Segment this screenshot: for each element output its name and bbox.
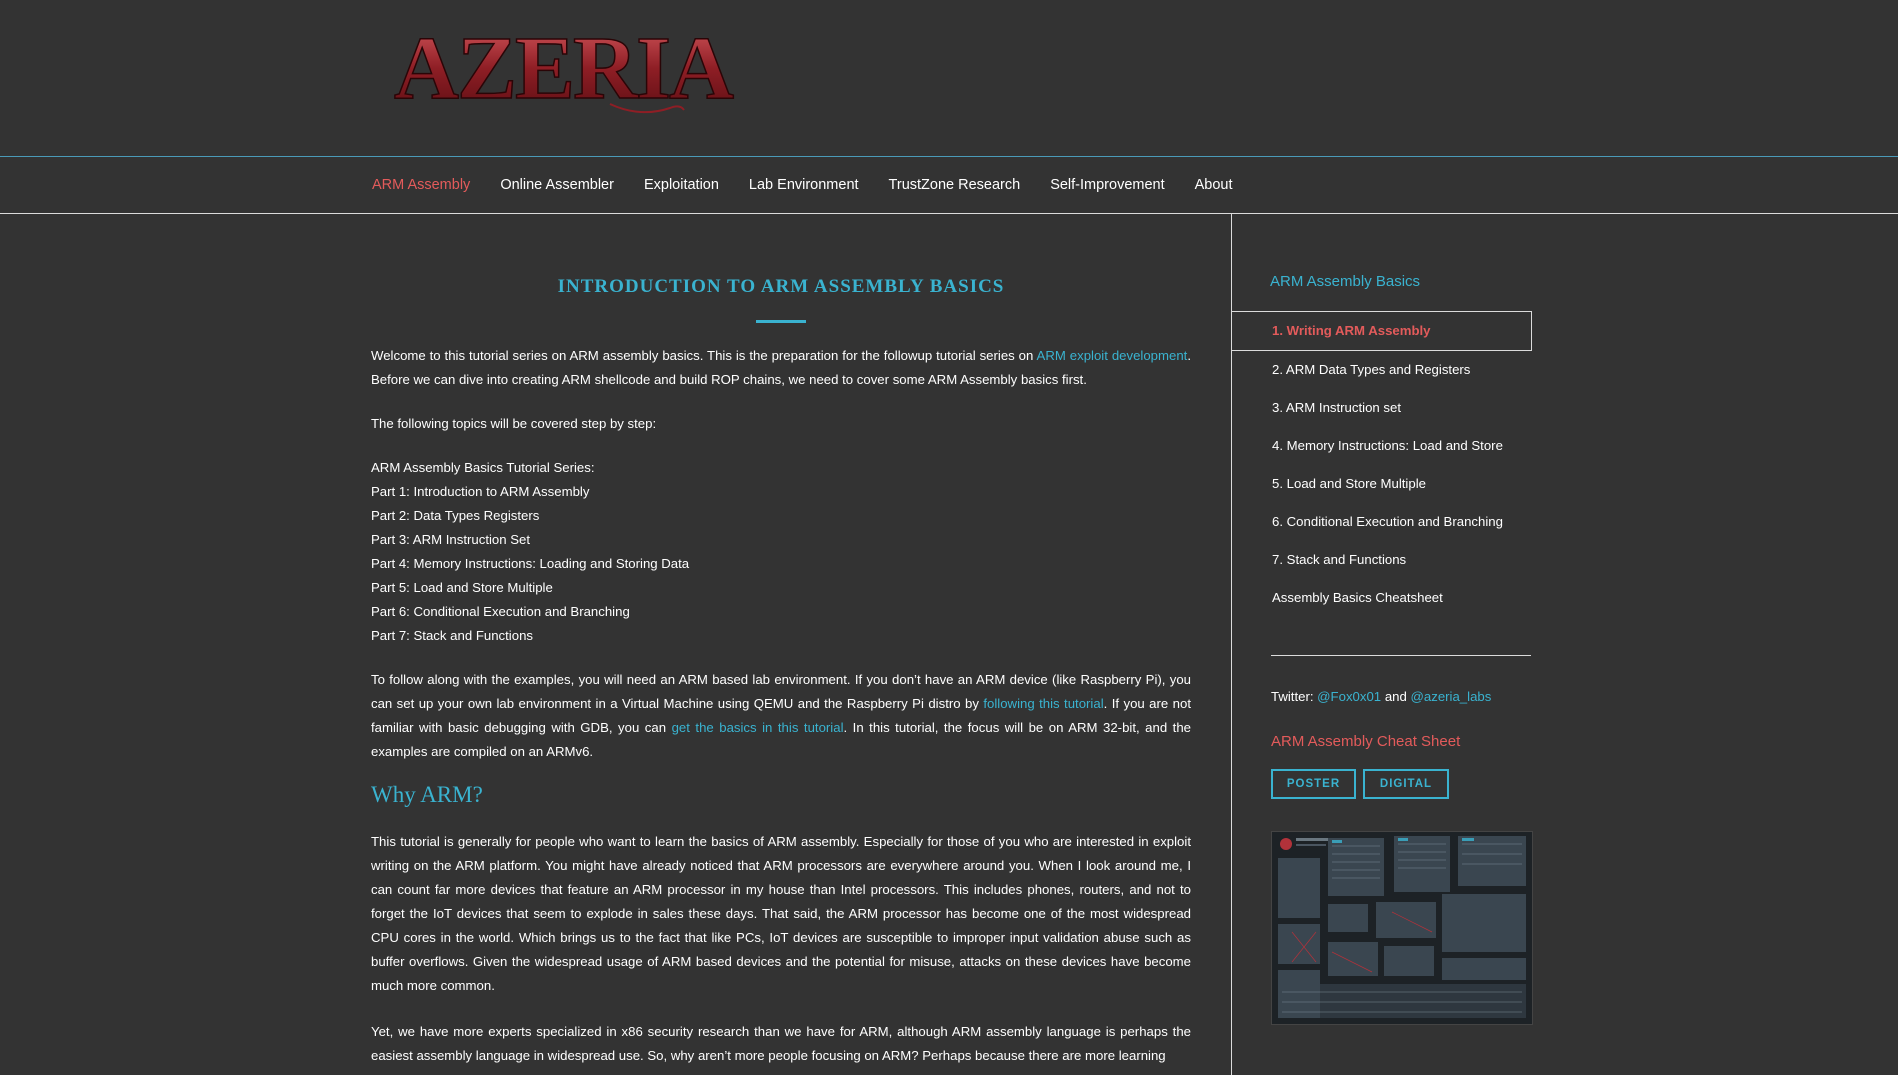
series-heading: ARM Assembly Basics Tutorial Series: (371, 460, 595, 475)
list-item: Part 6: Conditional Execution and Branch… (371, 604, 630, 619)
nav-item-about[interactable]: About (1195, 177, 1233, 193)
sidebar-item-conditional-execution[interactable]: 6. Conditional Execution and Branching (1232, 503, 1532, 541)
why-paragraph: This tutorial is generally for people wh… (371, 834, 1191, 993)
series-list: ARM Assembly Basics Tutorial Series: Par… (371, 456, 1191, 648)
azeria-logo[interactable]: AZERIA (380, 18, 746, 120)
nav-item-self-improvement[interactable]: Self-Improvement (1050, 177, 1164, 193)
nav-item-arm-assembly[interactable]: ARM Assembly (372, 177, 470, 193)
list-item: Part 2: Data Types Registers (371, 508, 540, 523)
title-underline (756, 320, 806, 323)
sidebar-item-data-types-registers[interactable]: 2. ARM Data Types and Registers (1232, 351, 1532, 389)
sidebar-item-cheatsheet[interactable]: Assembly Basics Cheatsheet (1232, 579, 1532, 617)
sidebar-item-memory-instructions[interactable]: 4. Memory Instructions: Load and Store (1232, 427, 1532, 465)
following-this-tutorial-link[interactable]: following this tutorial (983, 696, 1103, 711)
digital-button[interactable]: DIGITAL (1363, 769, 1449, 799)
twitter-azeria-labs-link[interactable]: @azeria_labs (1411, 689, 1492, 704)
list-item: Part 1: Introduction to ARM Assembly (371, 484, 590, 499)
svg-text:AZERIA: AZERIA (394, 19, 734, 118)
twitter-label: Twitter: (1271, 689, 1314, 704)
article-title: INTRODUCTION TO ARM ASSEMBLY BASICS (557, 276, 1005, 297)
lab-paragraph: To follow along with the examples, you w… (371, 668, 1191, 764)
sidebar-item-instruction-set[interactable]: 3. ARM Instruction set (1232, 389, 1532, 427)
last-paragraph: Yet, we have more experts specialized in… (371, 1024, 1191, 1063)
nav-item-exploitation[interactable]: Exploitation (644, 177, 719, 193)
cheat-sheet-thumbnail[interactable] (1271, 831, 1533, 1025)
sidebar-item-load-store-multiple[interactable]: 5. Load and Store Multiple (1232, 465, 1532, 503)
nav-item-lab-environment[interactable]: Lab Environment (749, 177, 859, 193)
main-nav: ARM Assembly Online Assembler Exploitati… (0, 157, 1898, 213)
topics-intro: The following topics will be covered ste… (371, 416, 657, 431)
why-arm-heading: Why ARM? (371, 782, 483, 807)
sidebar-divider-line (1271, 655, 1531, 656)
list-item: Part 7: Stack and Functions (371, 628, 533, 643)
nav-item-online-assembler[interactable]: Online Assembler (500, 177, 614, 193)
twitter-line: Twitter: @Fox0x01 and @azeria_labs (1271, 689, 1491, 704)
sidebar-title[interactable]: ARM Assembly Basics (1270, 273, 1420, 290)
intro-text-1: Welcome to this tutorial series on ARM a… (371, 348, 1037, 363)
twitter-and: and (1384, 689, 1407, 704)
cheat-sheet-preview-graphic (1272, 832, 1532, 1024)
poster-button[interactable]: POSTER (1271, 769, 1356, 799)
intro-paragraph: Welcome to this tutorial series on ARM a… (371, 344, 1191, 392)
nav-divider (0, 213, 1898, 214)
gdb-basics-link[interactable]: get the basics in this tutorial (672, 720, 844, 735)
sidebar-item-writing-arm-assembly[interactable]: 1. Writing ARM Assembly (1232, 311, 1532, 351)
sidebar-item-stack-functions[interactable]: 7. Stack and Functions (1232, 541, 1532, 579)
cheat-sheet-title: ARM Assembly Cheat Sheet (1271, 733, 1461, 750)
arm-exploit-development-link[interactable]: ARM exploit development (1037, 348, 1188, 363)
list-item: Part 5: Load and Store Multiple (371, 580, 553, 595)
list-item: Part 4: Memory Instructions: Loading and… (371, 556, 690, 571)
site-header: AZERIA (0, 0, 1898, 156)
list-item: Part 3: ARM Instruction Set (371, 532, 531, 547)
nav-item-trustzone-research[interactable]: TrustZone Research (889, 177, 1021, 193)
twitter-fox0x01-link[interactable]: @Fox0x01 (1317, 689, 1381, 704)
sidebar-nav: 1. Writing ARM Assembly 2. ARM Data Type… (1232, 311, 1532, 617)
